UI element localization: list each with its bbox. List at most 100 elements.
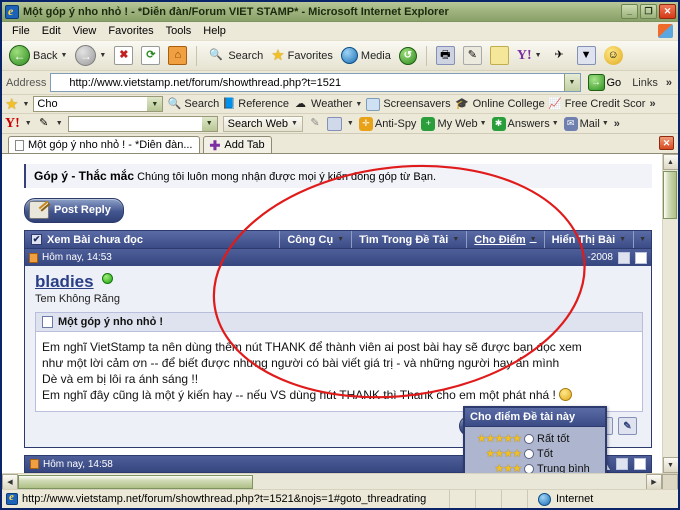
notes-button[interactable] xyxy=(487,45,512,66)
toolbar2-item-weather[interactable]: ☁ Weather ▼ xyxy=(293,97,362,111)
emoticon-button[interactable]: ☺ xyxy=(601,45,626,66)
toolbar2-overflow-icon[interactable]: » xyxy=(649,98,657,110)
scroll-left-button[interactable]: ◀ xyxy=(2,474,18,490)
address-overflow-icon[interactable]: » xyxy=(666,77,674,89)
chevron-down-icon[interactable]: ▼ xyxy=(347,120,354,127)
toolbar2-item-screensavers[interactable]: Screensavers xyxy=(366,97,451,111)
inbox-button[interactable]: ▼ xyxy=(574,45,599,66)
unread-posts-button[interactable]: ✔ Xem Bài chưa đọc xyxy=(25,231,279,248)
address-dropdown-icon[interactable]: ▼ xyxy=(563,74,580,91)
permalink-icon[interactable] xyxy=(616,458,628,470)
main-toolbar: ← Back ▼ → ▼ ✖ ⟳ ⌂ 🔍 Search ★ Favorites … xyxy=(2,41,678,71)
toolbar2-item-search[interactable]: 🔍 Search xyxy=(167,97,220,111)
yahoo-item-answers[interactable]: ✱ Answers ▼ xyxy=(491,116,559,131)
permalink-icon[interactable] xyxy=(618,251,630,264)
history-button[interactable]: ↺ xyxy=(396,46,420,66)
chevron-down-icon[interactable]: ▼ xyxy=(56,120,63,127)
refresh-button[interactable]: ⟳ xyxy=(138,45,163,66)
search-thread-menu[interactable]: Tìm Trong Đề Tài ▼ xyxy=(351,231,466,248)
toolbar-star-icon[interactable]: ★ xyxy=(5,97,18,112)
scroll-thumb[interactable] xyxy=(662,171,677,219)
home-button[interactable]: ⌂ xyxy=(165,45,190,66)
print-button[interactable]: 🖶 xyxy=(433,45,458,66)
highlight-icon[interactable]: ✎ xyxy=(308,114,322,133)
hscroll-track[interactable] xyxy=(253,474,646,489)
menu-help[interactable]: Help xyxy=(197,24,232,38)
toolbar-divider xyxy=(196,45,198,66)
thread-overflow-menu[interactable]: ▼ xyxy=(633,231,651,248)
links-button[interactable]: Links xyxy=(628,77,662,89)
toolbar-search-input[interactable]: Cho ▼ xyxy=(33,96,164,112)
edit-button[interactable]: ✎ xyxy=(460,45,485,66)
menu-favorites[interactable]: Favorites xyxy=(102,24,159,38)
toolbar2-label: Free Credit Scor xyxy=(564,98,646,110)
back-icon: ← xyxy=(9,45,30,66)
go-button[interactable]: → Go xyxy=(585,74,625,91)
thread-tools-menu[interactable]: Công Cụ ▼ xyxy=(279,231,351,248)
yahoo-logo-icon[interactable]: Y! xyxy=(5,116,20,131)
toolbar2-item-reference[interactable]: 📘 Reference xyxy=(222,97,289,111)
yahoo-button[interactable]: Y! ▼ xyxy=(514,48,545,64)
post-reply-button[interactable]: Post Reply xyxy=(24,198,124,223)
scroll-right-button[interactable]: ▶ xyxy=(646,474,662,490)
rate-option[interactable]: ★★★★ Tốt xyxy=(469,446,601,461)
add-tab-button[interactable]: ✚ Add Tab xyxy=(202,136,272,153)
yahoo-item-anti-spy[interactable]: ✛ Anti-Spy xyxy=(358,116,416,131)
restore-button[interactable]: ❐ xyxy=(640,4,657,19)
smiley-icon xyxy=(559,388,573,401)
pencil-icon[interactable]: ✎ xyxy=(37,114,51,133)
scroll-track[interactable] xyxy=(662,170,678,457)
toolbar2-item-credit-score[interactable]: 📈 Free Credit Scor xyxy=(548,97,646,111)
messenger-button[interactable]: ✈ xyxy=(547,45,572,66)
rate-thread-menu[interactable]: Cho Điểm ▼ xyxy=(466,231,543,248)
yahoo-overflow-icon[interactable]: » xyxy=(614,118,622,130)
forward-button[interactable]: → ▼ xyxy=(72,44,109,67)
rate-option[interactable]: ★★★★★ Rất tốt xyxy=(469,431,601,446)
scroll-up-button[interactable]: ▲ xyxy=(662,154,678,170)
rate-option[interactable]: ★★★ Trung bình xyxy=(469,461,601,473)
search-button[interactable]: 🔍 Search xyxy=(203,45,266,66)
popup-blocker-icon[interactable] xyxy=(326,116,342,131)
page-vertical-scrollbar[interactable]: ▲ ▼ xyxy=(662,154,678,473)
chevron-down-icon[interactable]: ▼ xyxy=(201,116,217,131)
radio-button[interactable] xyxy=(524,448,534,459)
toolbar2-item-online-college[interactable]: 🎓 Online College xyxy=(455,97,545,111)
menu-file[interactable]: File xyxy=(6,24,36,38)
toolbar-divider xyxy=(425,45,427,66)
media-icon xyxy=(340,47,358,64)
media-button[interactable]: Media xyxy=(338,46,394,65)
browser-tab-active[interactable]: Một góp ý nho nhỏ ! - *Diễn đàn... xyxy=(8,136,200,153)
scroll-down-button[interactable]: ▼ xyxy=(662,457,678,473)
address-input[interactable]: http://www.vietstamp.net/forum/showthrea… xyxy=(50,73,581,92)
stop-button[interactable]: ✖ xyxy=(111,45,136,66)
minimize-button[interactable]: _ xyxy=(621,4,638,19)
chevron-down-icon: ▼ xyxy=(99,52,107,59)
page-horizontal-scrollbar[interactable]: ◀ ▶ xyxy=(2,473,678,490)
chevron-down-icon[interactable]: ▼ xyxy=(25,120,32,127)
menu-tools[interactable]: Tools xyxy=(160,24,198,38)
post-select-checkbox[interactable] xyxy=(634,458,646,470)
author-username[interactable]: bladies xyxy=(35,272,94,292)
menu-edit[interactable]: Edit xyxy=(36,24,67,38)
favorites-button[interactable]: ★ Favorites xyxy=(268,47,336,64)
yahoo-item-my-web[interactable]: + My Web ▼ xyxy=(421,116,487,131)
close-tab-button[interactable]: ✕ xyxy=(659,136,674,150)
post-select-checkbox[interactable] xyxy=(635,251,647,264)
hscroll-thumb[interactable] xyxy=(18,475,253,489)
chevron-down-icon[interactable]: ▼ xyxy=(147,97,163,111)
display-modes-menu[interactable]: Hiển Thị Bài ▼ xyxy=(543,231,634,248)
menu-view[interactable]: View xyxy=(67,24,103,38)
yahoo-search-input[interactable]: ▼ xyxy=(67,115,218,132)
yahoo-search-web-button[interactable]: Search Web ▼ xyxy=(222,115,303,132)
chevron-down-icon[interactable]: ▼ xyxy=(22,101,29,108)
back-button[interactable]: ← Back ▼ xyxy=(6,44,70,67)
reply-with-quote-icon[interactable]: ✎ xyxy=(618,417,637,435)
radio-button[interactable] xyxy=(524,463,534,473)
chevron-down-icon[interactable]: ▼ xyxy=(355,101,362,108)
close-button[interactable]: ✕ xyxy=(659,4,676,19)
yahoo-item-mail[interactable]: ✉ Mail ▼ xyxy=(563,116,609,131)
go-arrow-icon: → xyxy=(587,74,605,91)
radio-button[interactable] xyxy=(524,433,534,444)
post-line-with-smiley: Em nghĩ đây cũng là một ý kiến hay -- nế… xyxy=(42,387,636,403)
status-bar: http://www.vietstamp.net/forum/showthrea… xyxy=(2,489,678,508)
